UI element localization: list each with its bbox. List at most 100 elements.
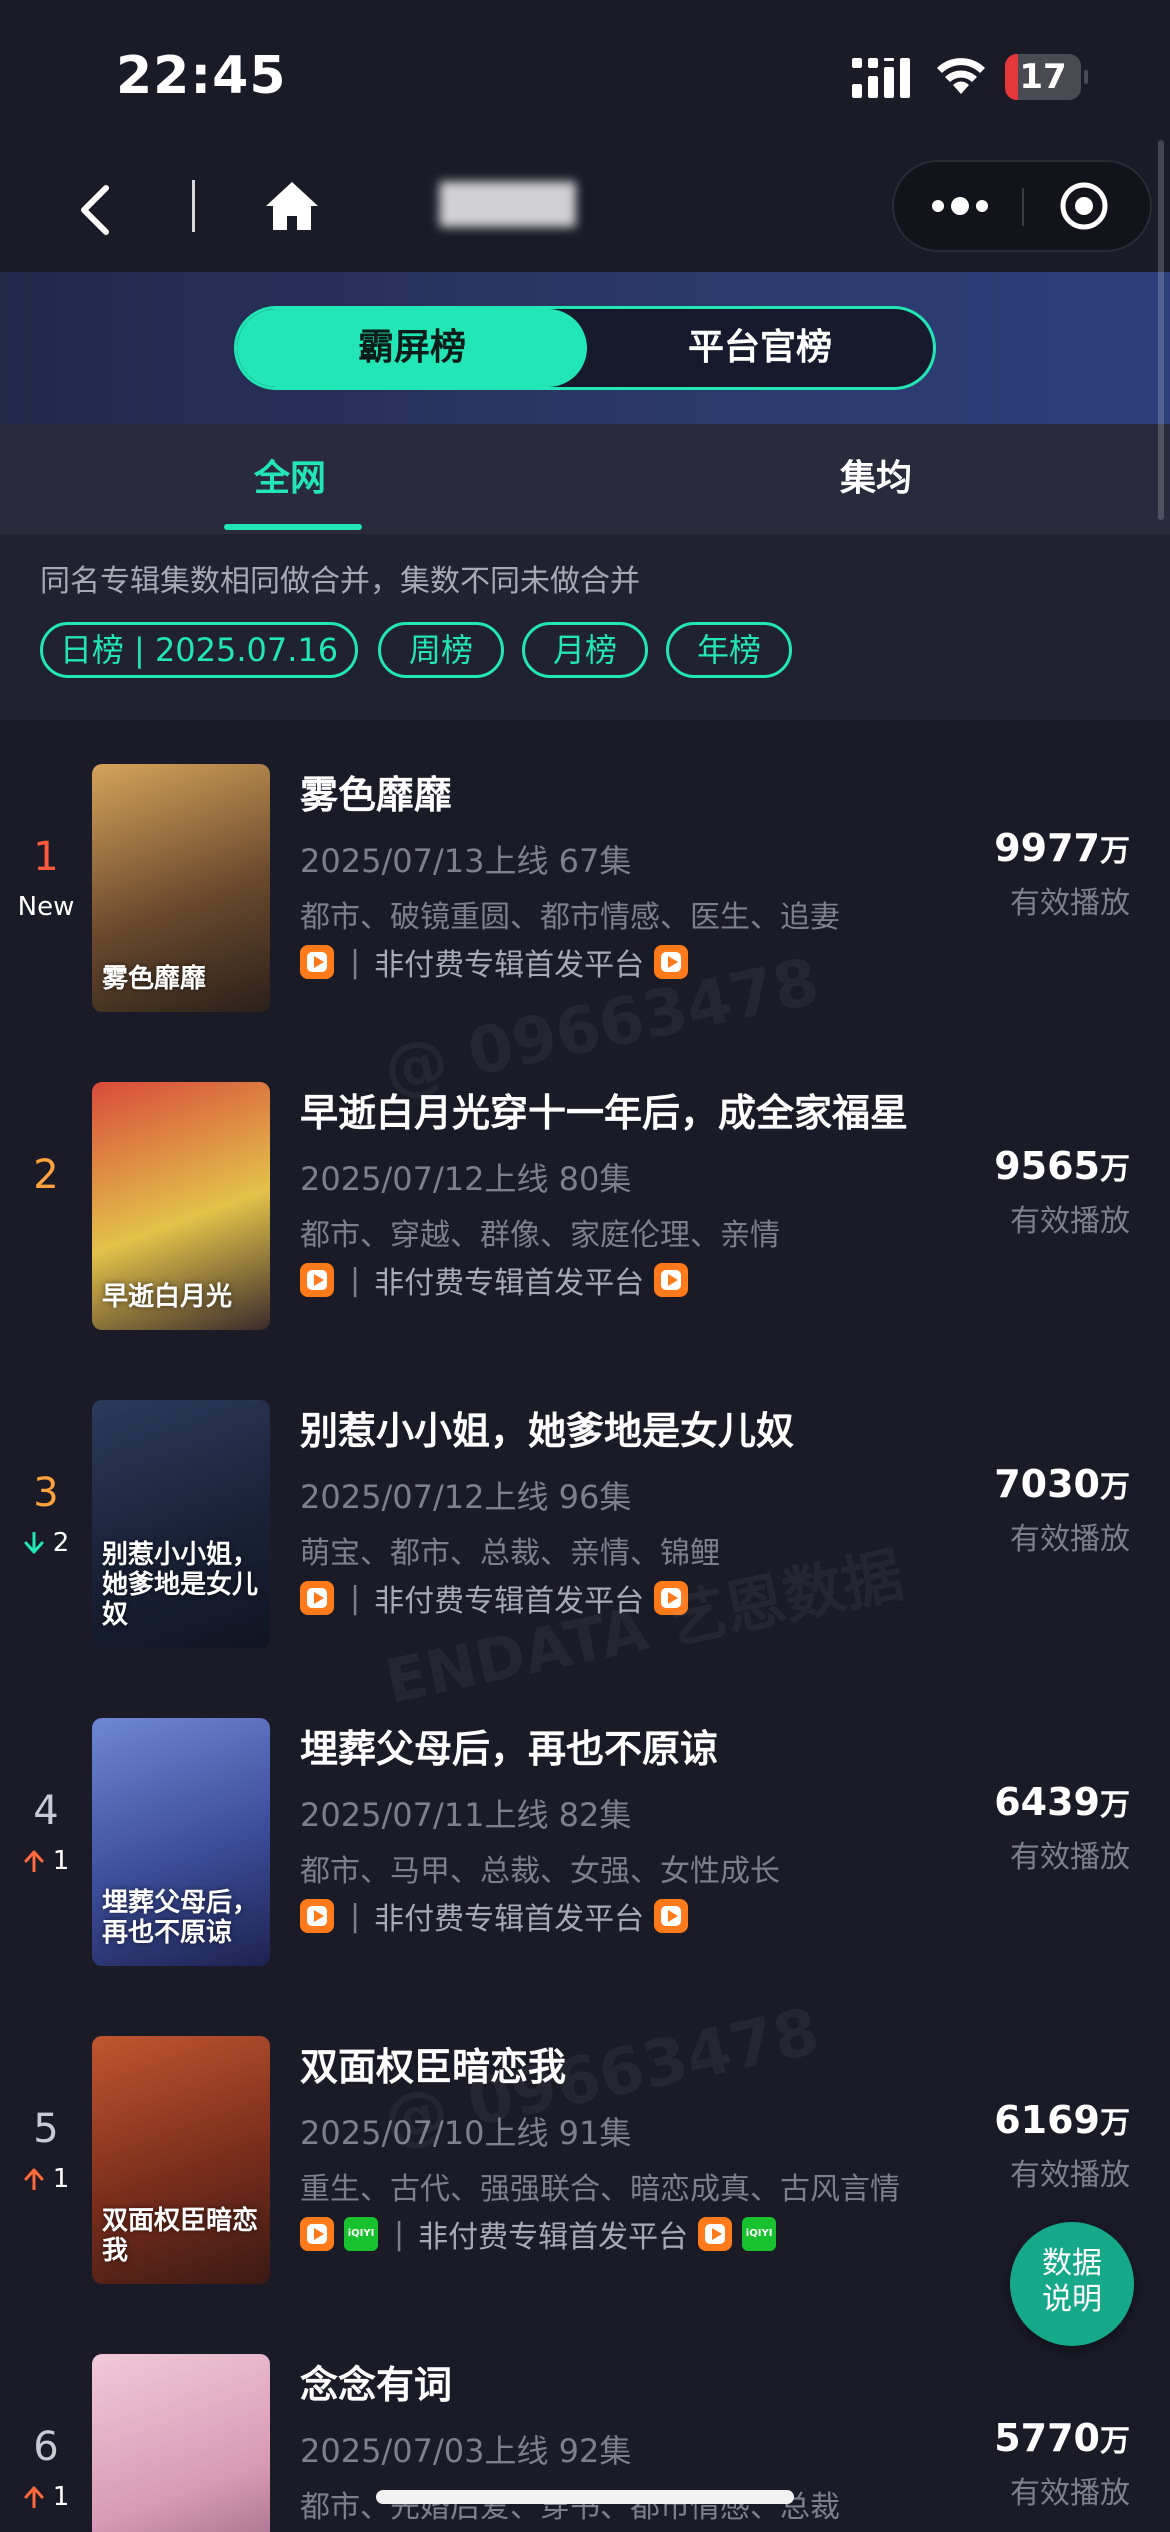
- play-count-value: 7030: [994, 1462, 1100, 1506]
- tencent-video-icon: [300, 2217, 334, 2251]
- release-info: 2025/07/12上线 80集: [300, 1160, 632, 1198]
- filter-panel: 同名专辑集数相同做合并，集数不同未做合并 日榜 | 2025.07.16 周榜 …: [0, 534, 1170, 720]
- poster-image[interactable]: 雾色靡靡: [92, 764, 270, 1012]
- drama-title[interactable]: 埋葬父母后，再也不原谅: [300, 1718, 718, 1773]
- list-item[interactable]: 2 早逝白月光 早逝白月光穿十一年后，成全家福星 2025/07/12上线 80集 都市…: [0, 1060, 1170, 1378]
- ranking-list: 1 New 雾色靡靡 雾色靡靡 2025/07/13上线 67集 都市、破镜重圆、都市情感…: [0, 720, 1170, 2532]
- iqiyi-icon: iQIYI: [344, 2217, 378, 2251]
- platform-label: 非付费专辑首发平台: [374, 1584, 645, 1619]
- poster-image[interactable]: 早逝白月光: [92, 1082, 270, 1330]
- poster-title-text: 早逝白月光: [102, 1282, 233, 1312]
- platform-row: | 非付费专辑首发平台: [300, 1898, 698, 1937]
- battery-icon: 17: [1005, 54, 1088, 100]
- rank-number: 2: [33, 1152, 59, 1198]
- nav-divider: [192, 180, 195, 232]
- rank-change: New: [0, 892, 92, 922]
- platform-row: iQIYI | 非付费专辑首发平台 iQIYI: [300, 2216, 786, 2255]
- list-item[interactable]: 5 1 双面权臣暗恋我 双面权臣暗恋我 2025/07/10上线 91集 重生、古代、强强…: [0, 2014, 1170, 2332]
- platform-label: 非付费专辑首发平台: [374, 1902, 645, 1937]
- chip-daily[interactable]: 日榜 | 2025.07.16: [40, 622, 358, 678]
- arrow-down-icon: [24, 1532, 44, 1554]
- genre-tags: 都市、先婚后爱、穿书、都市情感、总裁: [300, 2490, 840, 2525]
- tencent-video-icon: [300, 1581, 334, 1615]
- back-icon[interactable]: [70, 180, 120, 240]
- status-time: 22:45: [116, 46, 287, 106]
- release-info: 2025/07/13上线 67集: [300, 842, 632, 880]
- chip-weekly[interactable]: 周榜: [378, 622, 504, 678]
- play-count-label: 有效播放: [1010, 1840, 1130, 1875]
- list-item[interactable]: 4 1 埋葬父母后，再也不原谅 埋葬父母后，再也不原谅 2025/07/11上线 82集…: [0, 1696, 1170, 2014]
- genre-tags: 萌宝、都市、总裁、亲情、锦鲤: [300, 1536, 720, 1571]
- more-icon[interactable]: [924, 162, 1000, 250]
- segment-platform-official[interactable]: 平台官榜: [587, 309, 933, 387]
- poster-image[interactable]: 双面权臣暗恋我: [92, 2036, 270, 2284]
- miniprogram-capsule: [892, 160, 1152, 252]
- fab-line-2: 说明: [1042, 2282, 1102, 2317]
- drama-title[interactable]: 双面权臣暗恋我: [300, 2036, 566, 2091]
- platform-separator: |: [350, 1262, 361, 1298]
- platform-separator: |: [350, 944, 361, 980]
- play-count-value: 9977: [994, 826, 1100, 870]
- rank-change-value: 1: [52, 2164, 70, 2194]
- play-count-label: 有效播放: [1010, 1522, 1130, 1557]
- tencent-video-icon: [300, 945, 334, 979]
- scrollbar[interactable]: [1158, 140, 1164, 520]
- play-count: 5770万 有效播放: [940, 2416, 1130, 2511]
- tencent-video-icon: [654, 1263, 689, 1297]
- poster-image[interactable]: 埋葬父母后，再也不原谅: [92, 1718, 270, 1966]
- play-count-unit: 万: [1100, 1152, 1130, 1187]
- poster-image[interactable]: 别惹小小姐，她爹地是女儿奴: [92, 1400, 270, 1648]
- release-info: 2025/07/03上线 92集: [300, 2432, 632, 2470]
- rank-change-value: 2: [52, 1528, 70, 1558]
- data-explanation-button[interactable]: 数据 说明: [1010, 2222, 1134, 2346]
- chip-monthly[interactable]: 月榜: [522, 622, 648, 678]
- play-count-label: 有效播放: [1010, 1204, 1130, 1239]
- tab-per-episode[interactable]: 集均: [806, 424, 946, 534]
- drama-title[interactable]: 念念有词: [300, 2354, 452, 2409]
- tencent-video-icon: [654, 945, 689, 979]
- platform-label: 非付费专辑首发平台: [418, 2220, 689, 2255]
- rank-number: 5: [33, 2106, 59, 2152]
- play-count: 9565万 有效播放: [940, 1144, 1130, 1239]
- arrow-up-icon: [24, 1850, 44, 1872]
- drama-title[interactable]: 早逝白月光穿十一年后，成全家福星: [300, 1082, 908, 1137]
- segment-ba-ping[interactable]: 霸屏榜: [237, 309, 587, 387]
- tab-active-indicator: [224, 524, 362, 530]
- genre-tags: 都市、马甲、总裁、女强、女性成长: [300, 1854, 780, 1889]
- cellular-signal-icon: [852, 58, 910, 98]
- tab-all-network[interactable]: 全网: [220, 424, 360, 534]
- platform-separator: |: [350, 1580, 361, 1616]
- scope-tabs: 全网 集均: [0, 424, 1170, 534]
- tencent-video-icon: [654, 1581, 689, 1615]
- play-count-value: 5770: [994, 2416, 1100, 2460]
- platform-separator: |: [394, 2216, 405, 2252]
- platform-row: | 非付费专辑首发平台: [300, 1262, 698, 1301]
- list-item[interactable]: 3 2 别惹小小姐，她爹地是女儿奴 别惹小小姐，她爹地是女儿奴 2025/07/12上线…: [0, 1378, 1170, 1696]
- battery-level: 17: [1019, 57, 1067, 97]
- list-item[interactable]: 1 New 雾色靡靡 雾色靡靡 2025/07/13上线 67集 都市、破镜重圆、都市情感…: [0, 742, 1170, 1060]
- drama-title[interactable]: 雾色靡靡: [300, 764, 452, 819]
- iqiyi-icon: iQIYI: [742, 2217, 777, 2251]
- merge-notice: 同名专辑集数相同做合并，集数不同未做合并: [40, 564, 640, 599]
- platform-separator: |: [350, 1898, 361, 1934]
- drama-title[interactable]: 别惹小小姐，她爹地是女儿奴: [300, 1400, 794, 1455]
- rank-change: 1: [0, 1846, 92, 1876]
- fab-line-1: 数据: [1042, 2246, 1102, 2281]
- home-indicator[interactable]: [376, 2490, 794, 2504]
- tencent-video-icon: [300, 1899, 334, 1933]
- platform-row: | 非付费专辑首发平台: [300, 944, 698, 983]
- play-count-label: 有效播放: [1010, 886, 1130, 921]
- arrow-up-icon: [24, 2168, 44, 2190]
- play-count-label: 有效播放: [1010, 2476, 1130, 2511]
- tencent-video-icon: [698, 2217, 733, 2251]
- poster-image[interactable]: 念念有词: [92, 2354, 270, 2532]
- platform-label: 非付费专辑首发平台: [374, 948, 645, 983]
- release-info: 2025/07/10上线 91集: [300, 2114, 632, 2152]
- close-miniprogram-icon[interactable]: [1058, 180, 1110, 232]
- play-count-unit: 万: [1100, 2106, 1130, 2141]
- play-count: 7030万 有效播放: [940, 1462, 1130, 1557]
- home-icon[interactable]: [262, 176, 322, 236]
- page-title: ▇▇▇▇: [440, 176, 576, 227]
- rank-change: 1: [0, 2482, 92, 2512]
- chip-yearly[interactable]: 年榜: [666, 622, 792, 678]
